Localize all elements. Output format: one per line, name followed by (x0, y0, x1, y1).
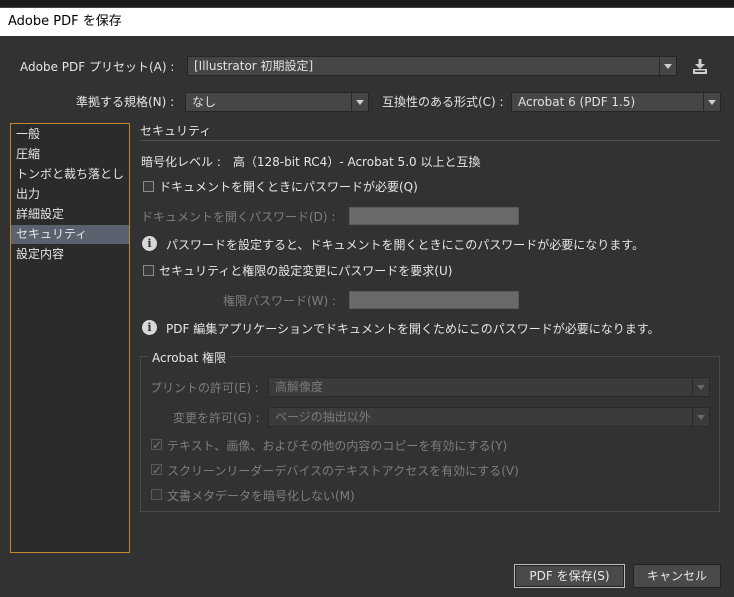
sidebar-item-general[interactable]: 一般 (11, 125, 129, 144)
sidebar-item-output[interactable]: 出力 (11, 185, 129, 204)
chevron-down-icon (692, 408, 709, 426)
section-title: セキュリティ (140, 124, 212, 138)
info-icon: i (142, 320, 157, 335)
cancel-button[interactable]: キャンセル (633, 564, 721, 588)
section-divider (140, 140, 720, 141)
info-icon: i (142, 236, 157, 251)
permissions-password-label: 権限パスワード(W) : (223, 294, 337, 308)
chevron-down-icon (703, 93, 720, 111)
sidebar-item-summary[interactable]: 設定内容 (11, 245, 129, 264)
copy-content-label: テキスト、画像、およびその他の内容のコピーを有効にする(Y) (167, 439, 508, 453)
changes-value: ページの抽出以外 (275, 410, 371, 424)
compatibility-value: Acrobat 6 (PDF 1.5) (518, 95, 636, 109)
acrobat-permissions-title: Acrobat 権限 (148, 349, 231, 366)
permissions-password-field[interactable] (349, 291, 519, 309)
standard-label: 準拠する規格(N) : (76, 95, 175, 109)
printing-select[interactable]: 高解像度 (268, 377, 710, 397)
open-password-checkbox[interactable] (143, 181, 154, 192)
open-password-info: パスワードを設定すると、ドキュメントを開くときにこのパスワードが必要になります。 (166, 238, 645, 252)
preset-select[interactable]: [Illustrator 初期設定] (187, 56, 677, 76)
copy-content-checkbox[interactable]: ✓ (151, 439, 162, 451)
metadata-label: 文書メタデータを暗号化しない(M) (167, 489, 355, 503)
sidebar-item-compression[interactable]: 圧縮 (11, 145, 129, 164)
standard-value: なし (192, 95, 217, 109)
category-sidebar: 一般 圧縮 トンボと裁ち落とし 出力 詳細設定 セキュリティ 設定内容 (10, 123, 130, 553)
preset-value: [Illustrator 初期設定] (194, 59, 314, 73)
save-pdf-button[interactable]: PDF を保存(S) (514, 564, 625, 588)
printing-label: プリントの許可(E) : (150, 381, 259, 395)
screen-reader-label: スクリーンリーダーデバイスのテキストアクセスを有効にする(V) (167, 464, 519, 478)
open-password-checkbox-label: ドキュメントを開くときにパスワードが必要(Q) (159, 180, 418, 194)
encryption-level: 暗号化レベル : 高（128-bit RC4）- Acrobat 5.0 以上と… (141, 155, 481, 169)
changes-label: 変更を許可(G) : (173, 411, 260, 425)
chevron-down-icon (692, 378, 709, 396)
standard-select[interactable]: なし (185, 92, 369, 112)
screen-reader-checkbox[interactable]: ✓ (151, 464, 162, 476)
window-title: Adobe PDF を保存 (0, 8, 734, 36)
changes-select[interactable]: ページの抽出以外 (268, 407, 710, 427)
open-password-label: ドキュメントを開くパスワード(D) : (141, 210, 336, 224)
permissions-password-checkbox[interactable] (143, 265, 154, 276)
chevron-down-icon (351, 93, 368, 111)
open-password-field[interactable] (349, 207, 519, 225)
top-strip (0, 0, 734, 8)
metadata-checkbox[interactable] (151, 489, 162, 500)
chevron-down-icon (659, 57, 676, 75)
permissions-password-info: PDF 編集アプリケーションでドキュメントを開くためにこのパスワードが必要になり… (166, 322, 660, 336)
printing-value: 高解像度 (275, 380, 324, 394)
preset-label: Adobe PDF プリセット(A) : (20, 60, 175, 74)
save-preset-icon[interactable] (690, 57, 710, 77)
sidebar-item-security[interactable]: セキュリティ (11, 225, 129, 244)
sidebar-item-advanced[interactable]: 詳細設定 (11, 205, 129, 224)
permissions-password-checkbox-label: セキュリティと権限の設定変更にパスワードを要求(U) (159, 264, 453, 278)
compatibility-label: 互換性のある形式(C) : (382, 95, 504, 109)
compatibility-select[interactable]: Acrobat 6 (PDF 1.5) (511, 92, 721, 112)
sidebar-item-marks-bleeds[interactable]: トンボと裁ち落とし (11, 165, 129, 184)
